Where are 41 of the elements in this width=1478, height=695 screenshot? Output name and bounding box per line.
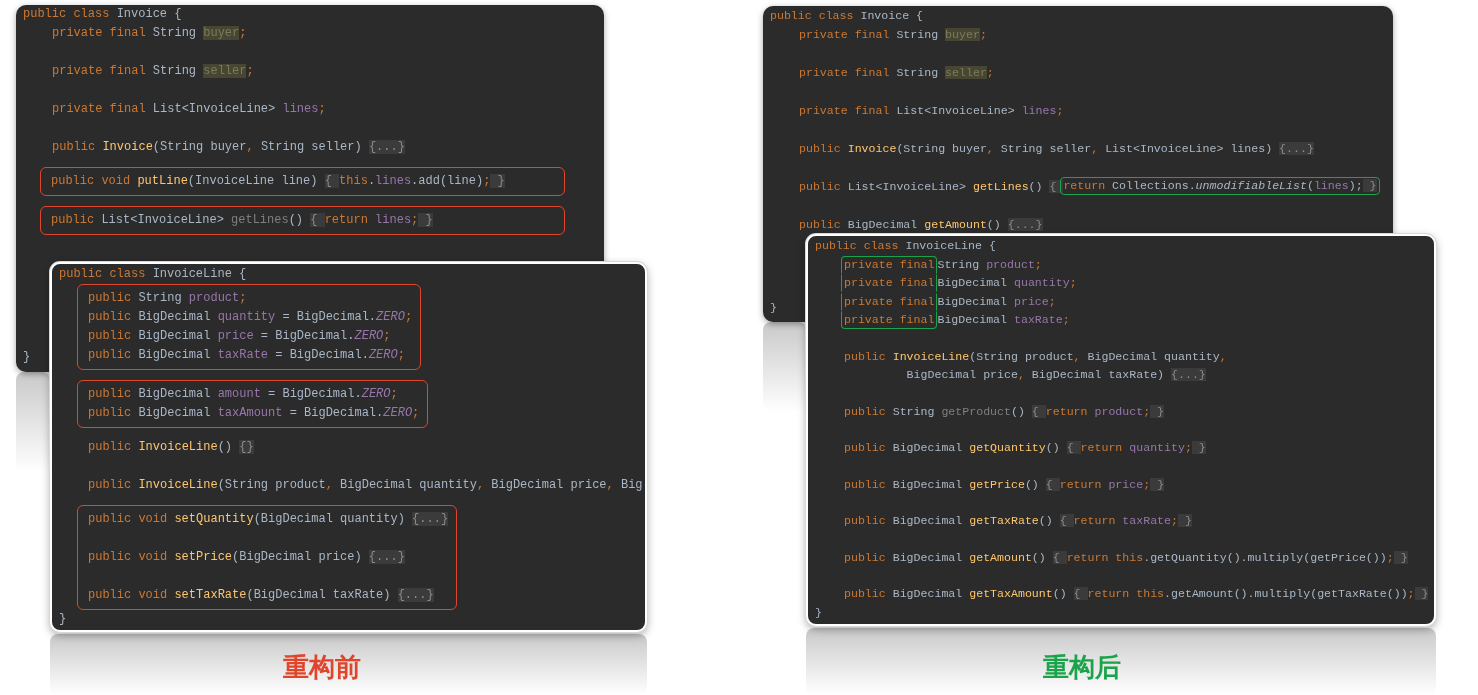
code-line: public BigDecimal price = BigDecimal.ZERO; bbox=[88, 328, 391, 345]
code-line: public void setQuantity(BigDecimal quantity) {...} bbox=[88, 511, 449, 528]
code-line: public class Invoice { bbox=[770, 8, 924, 24]
code-line: public class InvoiceLine { bbox=[59, 266, 247, 283]
code-line: public BigDecimal getPrice() { return price; } bbox=[843, 476, 1165, 493]
code-line: public BigDecimal quantity = BigDecimal.ZERO; bbox=[88, 309, 413, 326]
code-line: private final BigDecimal quantity; bbox=[815, 274, 1077, 293]
code-line: public BigDecimal getAmount() {...} bbox=[798, 217, 1043, 233]
caption: 重构前 bbox=[283, 651, 361, 684]
code-line: public class InvoiceLine { bbox=[815, 238, 996, 254]
code-line: public BigDecimal getTaxRate() { return taxRate; } bbox=[843, 513, 1192, 529]
code-line: } bbox=[59, 611, 67, 628]
code-line: } bbox=[23, 349, 31, 366]
code-line: public void setPrice(BigDecimal price) {...} bbox=[88, 549, 405, 566]
code-line: private final BigDecimal price; bbox=[815, 292, 1056, 311]
code-line: public void setTaxRate(BigDecimal taxRate) {...} bbox=[88, 587, 434, 604]
code-line: public String product; bbox=[88, 290, 247, 307]
code-line: } bbox=[815, 604, 822, 621]
code-line: public void putLine(InvoiceLine line) { this.lines.add(line); } bbox=[51, 173, 505, 190]
code-line: public InvoiceLine() {} bbox=[87, 439, 254, 456]
code-line: public BigDecimal taxAmount = BigDecimal.ZERO; bbox=[88, 405, 420, 422]
code-line: private final String product; bbox=[815, 255, 1042, 274]
code-line: public class Invoice { bbox=[23, 6, 182, 23]
code-line: private final List<InvoiceLine> lines; bbox=[51, 101, 326, 118]
code-line: public Invoice(String buyer, String seller) {...} bbox=[51, 139, 405, 156]
code-line: public List<InvoiceLine> getLines() { return lines; } bbox=[51, 212, 433, 229]
caption: 重构后 bbox=[1043, 651, 1121, 684]
code-line: public BigDecimal getQuantity() { return quantity; } bbox=[843, 440, 1206, 456]
code-line: public BigDecimal getAmount() { return this.getQuantity().multiply(getPrice()); } bbox=[843, 549, 1408, 566]
code-line: public InvoiceLine(String product, BigDecimal quantity, bbox=[843, 348, 1227, 365]
code-line: public List<InvoiceLine> getLines() { return Collections.unmodifiableList(lines); } bbox=[770, 158, 1380, 196]
code-line: public BigDecimal taxRate = BigDecimal.ZERO; bbox=[88, 347, 405, 364]
code-line: public InvoiceLine(String product, BigDecimal quantity, BigDecimal price, Big bbox=[87, 477, 643, 494]
code-line: public Invoice(String buyer, String seller, List<InvoiceLine> lines) {...} bbox=[798, 141, 1314, 157]
code-line: } bbox=[770, 300, 777, 316]
code-line: BigDecimal price, BigDecimal taxRate) {...} bbox=[905, 367, 1206, 383]
code-line: private final List<InvoiceLine> lines; bbox=[798, 103, 1064, 119]
code-line: public BigDecimal getTaxAmount() { return this.getAmount().multiply(getTaxRate()); } bbox=[843, 586, 1429, 602]
code-line: public BigDecimal amount = BigDecimal.ZERO; bbox=[88, 386, 398, 403]
code-line: private final BigDecimal taxRate; bbox=[815, 311, 1070, 330]
code-line: public String getProduct() { return product; } bbox=[843, 403, 1165, 420]
